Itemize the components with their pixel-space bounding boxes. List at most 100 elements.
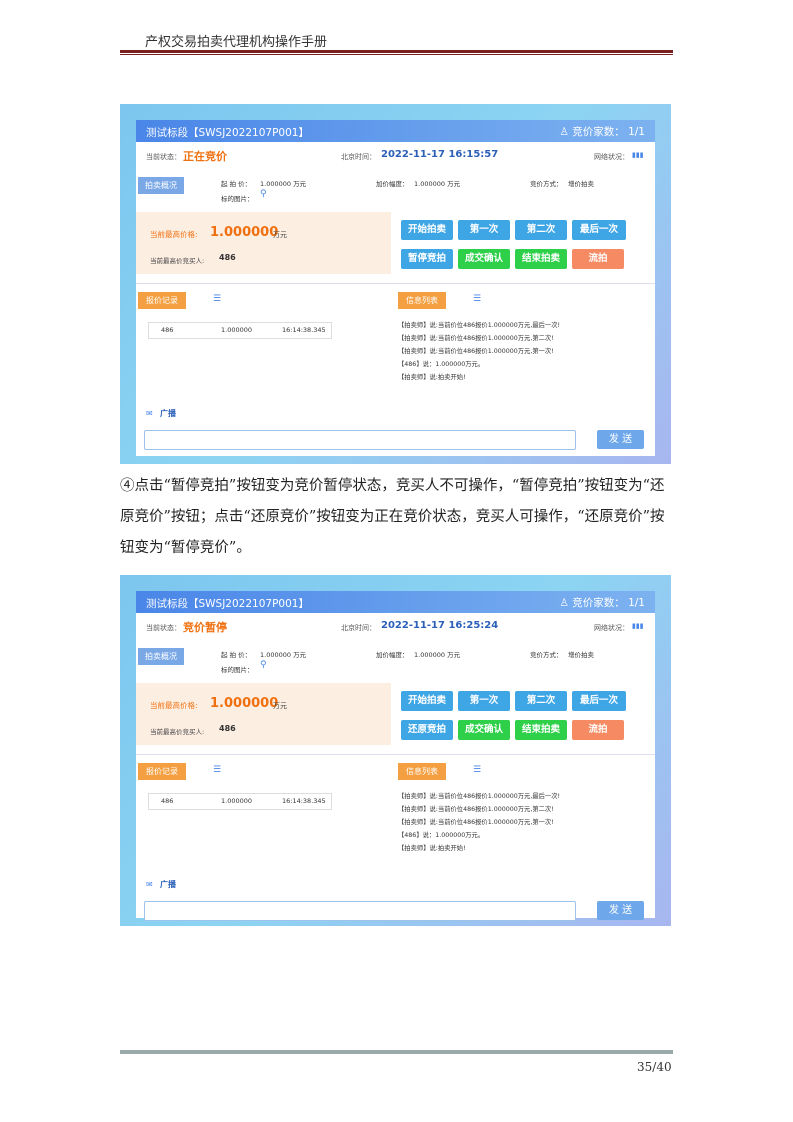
broadcast-input[interactable] xyxy=(144,901,576,921)
list-icon[interactable]: ☰ xyxy=(473,294,481,304)
method-label: 竞价方式： xyxy=(530,651,563,659)
list-icon[interactable]: ☰ xyxy=(213,765,221,775)
confirm-deal-button[interactable]: 成交确认 xyxy=(458,249,510,269)
overview-tag: 拍卖概况 xyxy=(138,648,184,665)
method-value: 增价拍卖 xyxy=(568,180,594,188)
end-auction-button[interactable]: 结束拍卖 xyxy=(515,720,567,740)
signal-icon: ▮▮▮ xyxy=(632,622,644,630)
paragraph-line-3: 钮变为“暂停竞价”。 xyxy=(120,540,251,556)
highest-buyer-value: 486 xyxy=(219,253,236,262)
second-call-button[interactable]: 第二次 xyxy=(515,220,567,240)
bidder-count-value: 1/1 xyxy=(628,126,645,138)
method-value: 增价拍卖 xyxy=(568,651,594,659)
magnifier-icon[interactable]: ⚲ xyxy=(260,660,267,670)
info-message: 【拍卖师】说:当前价位486报价1.000000万元,第一次! xyxy=(398,348,554,355)
magnifier-icon[interactable]: ⚲ xyxy=(260,189,267,199)
highest-price-value: 1.000000 xyxy=(210,225,279,240)
auction-screenshot: 测试标段【SWSJ2022107P001】 ♙ 竞价家数： 1/1 当前状态： … xyxy=(120,575,671,926)
method-label: 竞价方式： xyxy=(530,180,563,188)
pass-in-button[interactable]: 流拍 xyxy=(572,720,624,740)
section-divider xyxy=(136,754,655,755)
pass-in-button[interactable]: 流拍 xyxy=(572,249,624,269)
bid-record-tag: 报价记录 xyxy=(138,292,186,309)
start-auction-button[interactable]: 开始拍卖 xyxy=(401,220,453,240)
pause-bidding-button[interactable]: 暂停竞拍 xyxy=(401,249,453,269)
first-call-button[interactable]: 第一次 xyxy=(458,220,510,240)
auction-screenshot: 测试标段【SWSJ2022107P001】 ♙ 竞价家数： 1/1 当前状态： … xyxy=(120,104,671,464)
paragraph-line-1: ④点击“暂停竞拍”按钮变为竞价暂停状态，竞买人不可操作，“暂停竞拍”按钮变为“还 xyxy=(120,478,665,494)
info-message: 【拍卖师】说:拍卖开始! xyxy=(398,374,466,381)
record-time: 16:14:38.345 xyxy=(282,326,326,334)
info-message: 【拍卖师】说:当前价位486报价1.000000万元,第二次! xyxy=(398,806,554,813)
start-price-value: 1.000000 万元 xyxy=(260,651,307,659)
list-icon[interactable]: ☰ xyxy=(473,765,481,775)
overview-tag: 拍卖概况 xyxy=(138,177,184,194)
highest-price-unit: 万元 xyxy=(273,231,287,239)
info-message: 【拍卖师】说:当前价位486报价1.000000万元,第二次! xyxy=(398,335,554,342)
beijing-time: 2022-11-17 16:15:57 xyxy=(381,149,499,160)
info-message: 【486】说：1.000000万元。 xyxy=(398,361,485,368)
bid-record-tag: 报价记录 xyxy=(138,763,186,780)
info-list-tag: 信息列表 xyxy=(398,763,446,780)
info-list-tag: 信息列表 xyxy=(398,292,446,309)
bidder-count-value: 1/1 xyxy=(628,597,645,609)
lot-title: 测试标段【SWSJ2022107P001】 xyxy=(146,127,309,139)
confirm-deal-button[interactable]: 成交确认 xyxy=(458,720,510,740)
bidder-count-label: 竞价家数： xyxy=(572,597,625,609)
bidder-count: ♙ 竞价家数： 1/1 xyxy=(559,595,645,610)
end-auction-button[interactable]: 结束拍卖 xyxy=(515,249,567,269)
restore-bidding-button[interactable]: 还原竞拍 xyxy=(401,720,453,740)
highest-bid-box: 当前最高价格: 1.000000 万元 当前最高价竞买人: 486 xyxy=(136,683,391,745)
bidder-count: ♙ 竞价家数： 1/1 xyxy=(559,124,645,139)
network-label: 网络状况： xyxy=(594,624,629,632)
first-call-button[interactable]: 第一次 xyxy=(458,691,510,711)
broadcast-label: 广播 xyxy=(160,880,176,889)
state-label: 当前状态： xyxy=(146,153,181,161)
send-button[interactable]: 发 送 xyxy=(597,430,644,449)
image-label: 标的图片： xyxy=(221,195,254,203)
image-label: 标的图片： xyxy=(221,666,254,674)
beijing-time: 2022-11-17 16:25:24 xyxy=(381,620,499,631)
record-price: 1.000000 xyxy=(221,797,253,805)
record-bidder: 486 xyxy=(161,326,174,334)
bid-record-row: 486 1.000000 16:14:38.345 xyxy=(148,322,332,339)
last-call-button[interactable]: 最后一次 xyxy=(572,691,626,711)
start-price-label: 起 拍 价： xyxy=(221,651,252,659)
panel-title-bar: 测试标段【SWSJ2022107P001】 ♙ 竞价家数： 1/1 xyxy=(136,591,655,613)
increment-value: 1.000000 万元 xyxy=(414,180,461,188)
footer-rule xyxy=(120,1050,673,1054)
instruction-paragraph: ④点击“暂停竞拍”按钮变为竞价暂停状态，竞买人不可操作，“暂停竞拍”按钮变为“还… xyxy=(120,471,680,564)
auction-panel: 测试标段【SWSJ2022107P001】 ♙ 竞价家数： 1/1 当前状态： … xyxy=(136,591,655,921)
increment-label: 加价幅度： xyxy=(376,180,409,188)
record-time: 16:14:38.345 xyxy=(282,797,326,805)
increment-value: 1.000000 万元 xyxy=(414,651,461,659)
highest-buyer-label: 当前最高价竞买人: xyxy=(150,728,205,736)
chat-icon: ✉ xyxy=(146,880,153,889)
highest-price-label: 当前最高价格: xyxy=(150,230,198,239)
highest-buyer-label: 当前最高价竞买人: xyxy=(150,257,205,265)
info-message: 【486】说：1.000000万元。 xyxy=(398,832,485,839)
panel-title-bar: 测试标段【SWSJ2022107P001】 ♙ 竞价家数： 1/1 xyxy=(136,120,655,142)
time-label: 北京时间： xyxy=(341,153,376,161)
users-icon: ♙ xyxy=(559,597,569,609)
list-icon[interactable]: ☰ xyxy=(213,294,221,304)
broadcast-input[interactable] xyxy=(144,430,576,450)
last-call-button[interactable]: 最后一次 xyxy=(572,220,626,240)
info-message-list: 【拍卖师】说:当前价位486报价1.000000万元,最后一次! 【拍卖师】说:当… xyxy=(398,790,560,855)
signal-icon: ▮▮▮ xyxy=(632,151,644,159)
info-message: 【拍卖师】说:当前价位486报价1.000000万元,第一次! xyxy=(398,819,554,826)
paragraph-line-2: 原竞价”按钮；点击“还原竞价”按钮变为正在竞价状态，竞买人可操作，“还原竞价”按 xyxy=(120,509,665,525)
info-message: 【拍卖师】说:当前价位486报价1.000000万元,最后一次! xyxy=(398,322,561,329)
send-button[interactable]: 发 送 xyxy=(597,901,644,920)
start-price-label: 起 拍 价： xyxy=(221,180,252,188)
record-bidder: 486 xyxy=(161,797,174,805)
start-auction-button[interactable]: 开始拍卖 xyxy=(401,691,453,711)
lot-title: 测试标段【SWSJ2022107P001】 xyxy=(146,598,309,610)
header-rule-thin xyxy=(120,54,673,55)
second-call-button[interactable]: 第二次 xyxy=(515,691,567,711)
start-price-value: 1.000000 万元 xyxy=(260,180,307,188)
network-label: 网络状况： xyxy=(594,153,629,161)
record-price: 1.000000 xyxy=(221,326,253,334)
users-icon: ♙ xyxy=(559,126,569,138)
info-message-list: 【拍卖师】说:当前价位486报价1.000000万元,最后一次! 【拍卖师】说:当… xyxy=(398,319,560,384)
